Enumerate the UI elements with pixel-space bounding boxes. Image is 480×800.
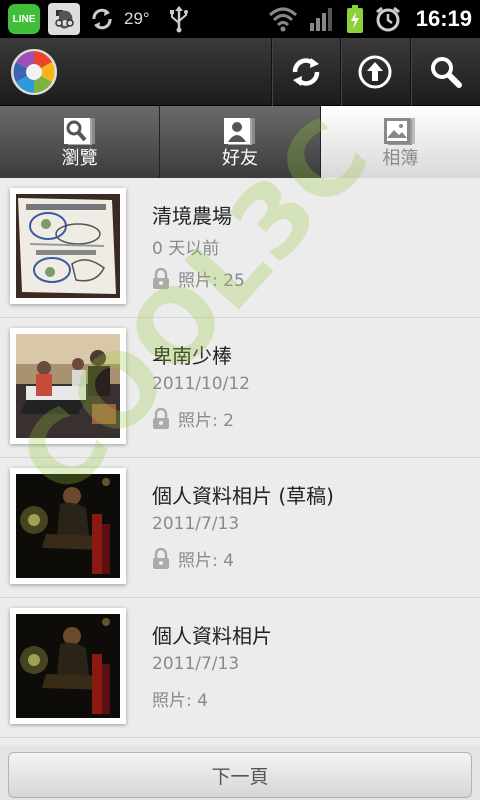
signal-icon: [309, 8, 332, 31]
lock-icon: [153, 407, 169, 429]
album-date: 2011/7/13: [152, 514, 240, 534]
temperature: 29°: [124, 9, 150, 28]
album-photo-count: 照片: 4: [152, 546, 234, 571]
clock: 16:19: [415, 6, 472, 31]
album-list[interactable]: 清境農場 0 天以前 照片: 25 卑南少棒 2011/10/12 照片: 2 …: [0, 178, 480, 746]
lock-icon: [153, 267, 169, 289]
albums-icon: [384, 118, 416, 145]
tab-label: 相簿: [382, 148, 419, 169]
album-date: 2011/10/12: [152, 374, 250, 394]
photo-count-label: 照片: 4: [178, 551, 234, 571]
friends-icon: [223, 118, 255, 145]
tab-bar: 瀏覽 好友 相簿: [0, 106, 480, 178]
album-title: 個人資料相片 (草稿): [152, 484, 334, 508]
album-photo-count: 照片: 25: [152, 266, 245, 291]
photo-count-label: 照片: 4: [152, 691, 208, 711]
upload-icon: [358, 55, 391, 89]
album-row[interactable]: 個人資料相片 (草稿) 2011/7/13 照片: 4: [0, 458, 480, 598]
album-date: 2011/7/13: [152, 654, 240, 674]
album-photo-count: 照片: 4: [152, 686, 208, 711]
album-date: 0 天以前: [152, 239, 220, 259]
tab-label: 瀏覽: [61, 148, 98, 169]
album-thumbnail: [10, 608, 126, 724]
sync-icon: [92, 8, 112, 30]
album-photo-count: 照片: 2: [152, 406, 234, 431]
album-title: 個人資料相片: [152, 624, 272, 648]
status-bar: LINE 29° 16:19: [0, 0, 480, 38]
tab-albums[interactable]: 相簿: [320, 106, 480, 178]
usb-icon: [169, 6, 188, 33]
album-row[interactable]: 卑南少棒 2011/10/12 照片: 2: [0, 318, 480, 458]
next-page-button[interactable]: 下一頁: [8, 752, 472, 798]
album-row[interactable]: 清境農場 0 天以前 照片: 25: [0, 178, 480, 318]
alarm-icon: [375, 6, 400, 32]
evernote-icon: [48, 3, 80, 35]
photo-count-label: 照片: 2: [178, 411, 234, 431]
footer: 下一頁: [0, 746, 480, 800]
tab-friends[interactable]: 好友: [160, 106, 321, 178]
album-title: 卑南少棒: [152, 344, 232, 368]
photo-count-label: 照片: 25: [178, 271, 245, 291]
album-row[interactable]: 個人資料相片 2011/7/13 照片: 4: [0, 598, 480, 738]
upload-button[interactable]: [340, 38, 408, 106]
album-thumbnail: [10, 188, 126, 304]
lock-icon: [153, 547, 169, 569]
picasa-logo[interactable]: [10, 48, 58, 96]
battery-charging-icon: [346, 5, 363, 33]
browse-icon: [63, 118, 95, 145]
tab-label: 好友: [221, 148, 258, 169]
refresh-icon: [292, 58, 319, 86]
action-bar: [0, 38, 480, 106]
album-thumbnail: [10, 468, 126, 584]
album-thumbnail: [10, 328, 126, 444]
search-icon: [430, 57, 462, 88]
search-button[interactable]: [410, 38, 480, 106]
line-icon: LINE: [8, 4, 40, 34]
refresh-button[interactable]: [271, 38, 339, 106]
tab-browse[interactable]: 瀏覽: [0, 106, 161, 178]
album-title: 清境農場: [152, 204, 232, 228]
wifi-icon: [268, 7, 297, 32]
